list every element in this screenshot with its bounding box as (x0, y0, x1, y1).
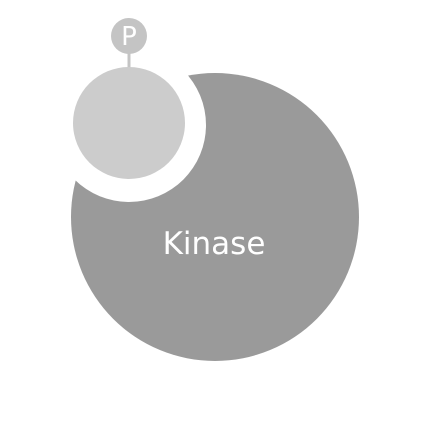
kinase-diagram: P Kinase (0, 0, 431, 431)
phosphate-label: P (121, 22, 137, 52)
substrate-circle (73, 67, 185, 179)
kinase-label: Kinase (163, 226, 266, 262)
